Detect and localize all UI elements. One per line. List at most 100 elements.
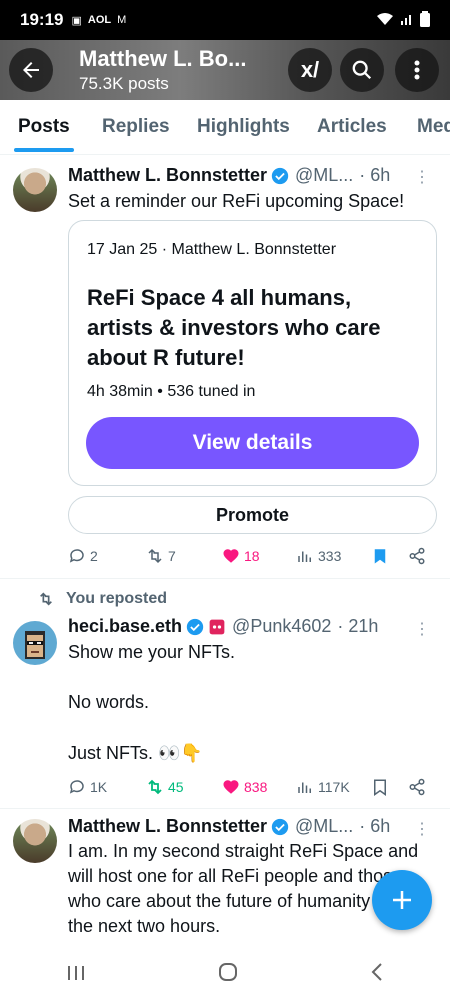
search-button[interactable] (340, 48, 384, 92)
share-icon (409, 778, 425, 796)
views-count: 117K (318, 779, 350, 795)
view-details-button[interactable]: View details (86, 417, 419, 469)
like-action[interactable]: 838 (222, 778, 267, 796)
bookmark-filled-icon (374, 549, 386, 564)
post-count: 75.3K posts (79, 74, 169, 93)
post-more-icon[interactable]: ⋮ (414, 819, 430, 839)
space-stats: 4h 38min • 536 tuned in (87, 383, 256, 400)
status-bar: 19:19 ▣ AOL M (0, 0, 450, 40)
author-handle[interactable]: @ML... (295, 165, 353, 186)
post-time: · 6h (359, 816, 391, 836)
tab-replies[interactable]: Replies (102, 116, 170, 138)
wifi-icon (376, 12, 394, 29)
post-text-line: Just NFTs. 👀👇 (68, 743, 203, 763)
views-icon (298, 551, 311, 562)
author-handle[interactable]: @ML... (295, 816, 353, 837)
tab-media[interactable]: Med (417, 116, 450, 138)
post-text-line: No words. (68, 692, 150, 712)
repost-active-icon (148, 779, 162, 795)
repost-count: 45 (168, 779, 184, 795)
avatar[interactable] (13, 621, 57, 665)
avatar[interactable] (13, 168, 57, 212)
back-nav-button[interactable] (370, 962, 384, 988)
space-card[interactable]: 17 Jan 25 · Matthew L. Bonnstetter ReFi … (68, 220, 437, 486)
affiliate-badge-icon (209, 619, 225, 634)
status-time: 19:19 (20, 10, 64, 29)
mail-icon: M (117, 14, 127, 26)
battery-icon (420, 10, 430, 30)
post-text-line: Show me your NFTs. (68, 642, 236, 662)
home-icon (219, 963, 237, 981)
heart-filled-icon (223, 780, 239, 794)
header-title-block: Matthew L. Bo... 75.3K posts (79, 46, 246, 94)
grok-icon: x/ (300, 57, 320, 82)
recent-apps-icon (68, 966, 84, 980)
active-tab-indicator (14, 148, 74, 152)
repost-action[interactable]: 45 (146, 778, 184, 796)
share-action[interactable] (408, 547, 426, 565)
vertical-dots-icon (414, 60, 420, 80)
chevron-left-icon (371, 963, 382, 981)
views-action[interactable]: 117K (296, 778, 350, 796)
post-time: · 6h (359, 165, 391, 185)
verified-badge-icon (271, 167, 289, 184)
views-count: 333 (318, 548, 342, 564)
heart-filled-icon (223, 549, 239, 563)
promote-button[interactable]: Promote (68, 496, 437, 534)
search-icon (352, 60, 372, 80)
space-meta: 17 Jan 25 · Matthew L. Bonnstetter (87, 241, 337, 258)
bookmark-icon (374, 779, 386, 796)
reply-count: 2 (90, 548, 98, 564)
views-icon (298, 782, 311, 793)
verified-badge-icon (186, 618, 204, 635)
aol-label: AOL (87, 14, 112, 26)
reply-action[interactable]: 2 (68, 547, 98, 565)
repost-icon (148, 548, 162, 564)
gallery-icon: ▣ (71, 14, 82, 27)
repost-action[interactable]: 7 (146, 547, 176, 565)
post-more-icon[interactable]: ⋮ (414, 619, 430, 639)
bookmark-action[interactable] (371, 778, 389, 796)
post-text: Set a reminder our ReFi upcoming Space! (68, 191, 405, 211)
header-title: Matthew L. Bo... (79, 46, 247, 71)
repost-count: 7 (168, 548, 176, 564)
author-name[interactable]: Matthew L. Bonnstetter (68, 816, 267, 837)
profile-tabs: Posts Replies Highlights Articles Med (0, 100, 450, 155)
reply-action[interactable]: 1K (68, 778, 107, 796)
views-action[interactable]: 333 (296, 547, 341, 565)
space-title: ReFi Space 4 all humans, artists & inves… (87, 285, 381, 370)
tab-articles[interactable]: Articles (317, 116, 387, 138)
author-name[interactable]: heci.base.eth (68, 616, 182, 637)
more-options-button[interactable] (395, 48, 439, 92)
post-actions: 1K 45 838 117K (68, 775, 438, 799)
verified-badge-icon (271, 818, 289, 835)
profile-header: Matthew L. Bo... 75.3K posts x/ (0, 40, 450, 100)
like-action[interactable]: 18 (222, 547, 260, 565)
pixel-punk-icon (25, 631, 45, 659)
reply-icon (69, 780, 84, 794)
bookmark-action[interactable] (371, 547, 389, 565)
recent-apps-button[interactable] (66, 962, 86, 988)
reply-icon (69, 549, 84, 563)
author-name[interactable]: Matthew L. Bonnstetter (68, 165, 267, 186)
avatar[interactable] (13, 819, 57, 863)
compose-button[interactable] (372, 870, 432, 930)
arrow-left-icon (23, 62, 39, 78)
signal-icon (400, 12, 414, 29)
like-count: 838 (244, 779, 268, 795)
back-button[interactable] (9, 48, 53, 92)
author-handle[interactable]: @Punk4602 (232, 616, 331, 637)
post-more-icon[interactable]: ⋮ (414, 167, 430, 187)
reply-count: 1K (90, 779, 108, 795)
grok-button[interactable]: x/ (288, 48, 332, 92)
post[interactable]: heci.base.eth @Punk4602 · 21h ⋮ Show me … (0, 579, 450, 809)
like-count: 18 (244, 548, 260, 564)
home-button[interactable] (218, 962, 238, 988)
plus-icon (393, 891, 411, 909)
tab-highlights[interactable]: Highlights (197, 116, 290, 138)
post-time: · 21h (337, 616, 379, 636)
tab-posts[interactable]: Posts (18, 116, 70, 138)
share-icon (409, 547, 425, 565)
post-actions: 2 7 18 333 (68, 544, 438, 568)
share-action[interactable] (408, 778, 426, 796)
